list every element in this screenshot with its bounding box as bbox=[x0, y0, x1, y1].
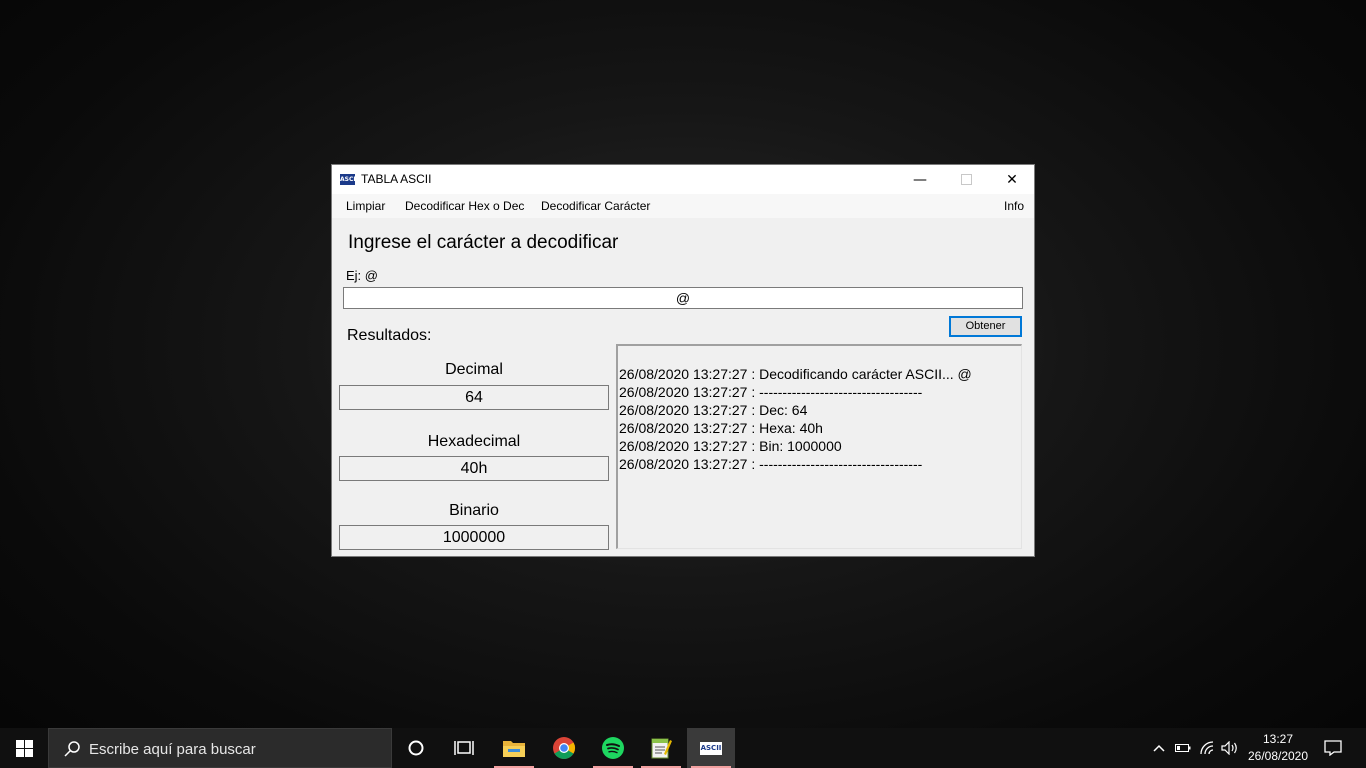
search-placeholder: Escribe aquí para buscar bbox=[89, 741, 256, 758]
taskbar-search[interactable]: Escribe aquí para buscar bbox=[48, 728, 392, 768]
decimal-label: Decimal bbox=[445, 361, 503, 378]
example-hint: Ej: @ bbox=[346, 268, 378, 283]
battery-icon[interactable] bbox=[1172, 728, 1194, 768]
menu-limpiar[interactable]: Limpiar bbox=[346, 199, 385, 213]
spotify-icon[interactable] bbox=[589, 728, 637, 768]
log-line: 26/08/2020 13:27:27 : ------------------… bbox=[619, 456, 923, 472]
page-heading: Ingrese el carácter a decodificar bbox=[348, 232, 619, 253]
clock-time: 13:27 bbox=[1262, 732, 1294, 746]
menu-info[interactable]: Info bbox=[1004, 199, 1024, 213]
log-line: 26/08/2020 13:27:27 : Bin: 1000000 bbox=[619, 438, 842, 454]
app-icon: ASCII bbox=[340, 174, 358, 185]
character-input[interactable] bbox=[343, 287, 1023, 309]
log-output[interactable]: 26/08/2020 13:27:27 : Decodificando cará… bbox=[616, 344, 1022, 549]
binary-label: Binario bbox=[449, 502, 499, 519]
chevron-up-icon[interactable] bbox=[1148, 728, 1170, 768]
menu-decodificar-hex-dec[interactable]: Decodificar Hex o Dec bbox=[405, 199, 524, 213]
chrome-icon[interactable] bbox=[540, 728, 588, 768]
hexadecimal-value: 40h bbox=[339, 456, 609, 481]
binary-value: 1000000 bbox=[339, 525, 609, 550]
maximize-icon bbox=[960, 174, 972, 185]
minimize-button[interactable]: — bbox=[897, 165, 943, 194]
clock-date: 26/08/2020 bbox=[1247, 749, 1309, 763]
log-line: 26/08/2020 13:27:27 : Hexa: 40h bbox=[619, 420, 823, 436]
menu-bar: Limpiar Decodificar Hex o Dec Decodifica… bbox=[332, 194, 1034, 218]
decimal-value: 64 bbox=[339, 385, 609, 410]
notifications-icon[interactable] bbox=[1320, 728, 1346, 768]
maximize-button[interactable] bbox=[943, 165, 989, 194]
wifi-icon[interactable] bbox=[1196, 728, 1218, 768]
menu-decodificar-caracter[interactable]: Decodificar Carácter bbox=[541, 199, 650, 213]
results-label: Resultados: bbox=[347, 327, 432, 344]
windows-icon bbox=[15, 739, 33, 757]
log-line: 26/08/2020 13:27:27 : ------------------… bbox=[619, 384, 923, 400]
ascii-app-icon[interactable]: ASCII bbox=[687, 728, 735, 768]
log-line: 26/08/2020 13:27:27 : Dec: 64 bbox=[619, 402, 808, 418]
obtener-button[interactable]: Obtener bbox=[949, 316, 1022, 337]
notepad-icon[interactable] bbox=[637, 728, 685, 768]
log-line: 26/08/2020 13:27:27 : Decodificando cará… bbox=[619, 366, 972, 382]
hexadecimal-label: Hexadecimal bbox=[427, 433, 521, 450]
cortana-icon[interactable] bbox=[392, 728, 440, 768]
start-button[interactable] bbox=[0, 728, 48, 768]
window-title: TABLA ASCII bbox=[361, 172, 432, 186]
app-window: ASCII TABLA ASCII — ✕ Limpiar Decodifica… bbox=[331, 164, 1035, 557]
file-explorer-icon[interactable] bbox=[490, 728, 538, 768]
title-bar[interactable]: ASCII TABLA ASCII — ✕ bbox=[332, 165, 1034, 194]
ascii-badge: ASCII bbox=[700, 741, 722, 755]
search-icon bbox=[64, 741, 80, 757]
task-view-icon[interactable] bbox=[440, 728, 488, 768]
taskbar-clock[interactable]: 13:27 26/08/2020 bbox=[1238, 731, 1318, 765]
close-button[interactable]: ✕ bbox=[989, 165, 1035, 194]
taskbar: Escribe aquí para buscar ASCII 13:27 26/… bbox=[0, 728, 1366, 768]
